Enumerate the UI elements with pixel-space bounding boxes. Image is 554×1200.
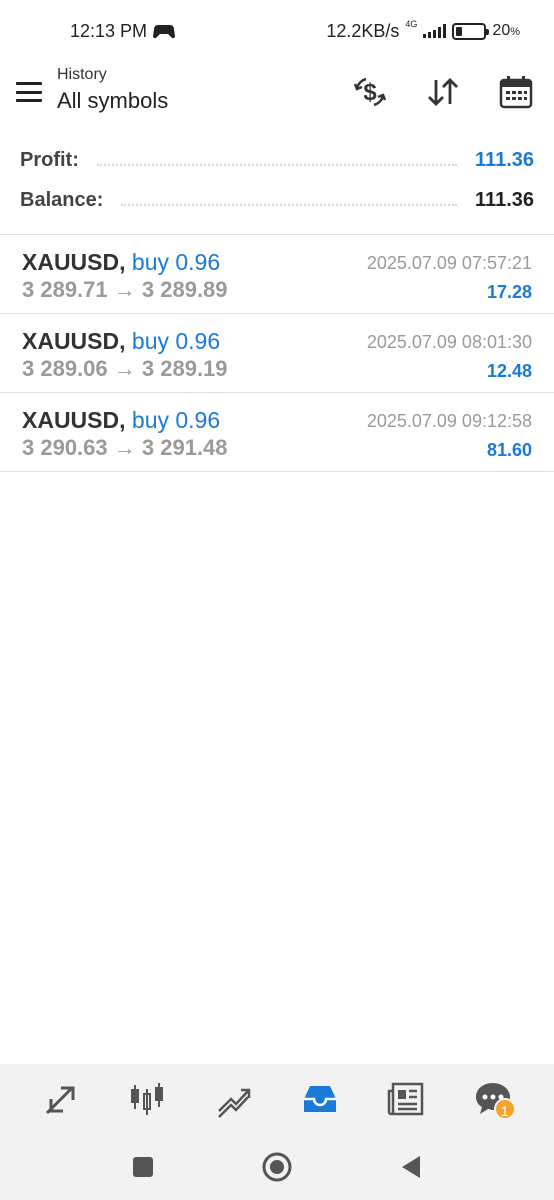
deal-time: 2025.07.09 08:01:30 (366, 332, 532, 352)
summary: Profit: 111.36 Balance: 111.36 (0, 140, 554, 220)
balance-value: 111.36 (475, 188, 534, 211)
price-close: 3 291.48 (141, 435, 228, 460)
square-icon (133, 1157, 153, 1177)
price-open: 3 290.63 (22, 435, 108, 460)
page-title: All symbols (57, 88, 169, 113)
deal-symbol: XAUUSD, (22, 407, 126, 433)
gamepad-icon (153, 25, 176, 39)
chat-badge: 1 (493, 1098, 516, 1120)
arrow-right-icon: → (113, 277, 136, 302)
page-subtitle: History (57, 66, 107, 83)
menu-icon[interactable] (16, 82, 42, 102)
calendar-icon[interactable] (496, 72, 536, 112)
status-right: 12.2KB/s 4G 20% (326, 19, 520, 42)
balance-row: Balance: 111.36 (0, 180, 554, 220)
net-speed: 12.2KB/s (326, 20, 400, 41)
signal-icon (423, 24, 447, 38)
back-button[interactable] (393, 1149, 429, 1185)
dotted-leader (96, 154, 458, 166)
quotes-icon[interactable] (36, 1074, 86, 1124)
arrow-right-icon: → (113, 356, 136, 381)
deal-direction: buy 0.96 (131, 407, 221, 433)
battery-icon (452, 22, 490, 40)
list-item[interactable]: XAUUSD, buy 0.96 2025.07.09 07:57:21 3 2… (0, 235, 554, 314)
battery-percent: 20 (492, 22, 511, 39)
status-bar: 12:13 PM 12.2KB/s 4G 20% (0, 0, 554, 62)
history-icon[interactable] (295, 1074, 345, 1124)
balance-label: Balance: (20, 188, 104, 211)
price-open: 3 289.71 (22, 277, 108, 302)
clock: 12:13 PM (70, 20, 148, 41)
recents-button[interactable] (125, 1149, 161, 1185)
battery-text: 20% (492, 22, 520, 40)
circle-icon (262, 1152, 292, 1182)
deal-time: 2025.07.09 09:12:58 (366, 411, 532, 431)
profit-label: Profit: (20, 148, 79, 171)
deal-prices: 3 289.71 → 3 289.89 (22, 277, 228, 303)
list-item[interactable]: XAUUSD, buy 0.96 2025.07.09 08:01:30 3 2… (0, 314, 554, 393)
sort-icon[interactable] (423, 72, 463, 112)
list-item[interactable]: XAUUSD, buy 0.96 2025.07.09 09:12:58 3 2… (0, 393, 554, 472)
deal-header: XAUUSD, buy 0.96 (22, 407, 220, 434)
deal-direction: buy 0.96 (131, 328, 221, 354)
price-open: 3 289.06 (22, 356, 108, 381)
deal-symbol: XAUUSD, (22, 328, 126, 354)
deal-profit: 81.60 (486, 440, 532, 460)
profit-row: Profit: 111.36 (0, 140, 554, 180)
price-close: 3 289.19 (141, 356, 228, 381)
svg-text:$: $ (363, 79, 377, 106)
dollar-exchange-icon[interactable]: $ (350, 72, 390, 112)
title-block[interactable]: History All symbols (57, 66, 168, 114)
status-left: 12:13 PM (70, 20, 176, 42)
home-button[interactable] (259, 1149, 295, 1185)
deal-prices: 3 290.63 → 3 291.48 (22, 435, 228, 461)
system-nav (0, 1134, 554, 1200)
battery-fill (456, 26, 462, 36)
deal-header: XAUUSD, buy 0.96 (22, 249, 220, 276)
app-header: History All symbols $ (0, 62, 554, 132)
deal-profit: 12.48 (486, 361, 532, 381)
dotted-leader (121, 194, 458, 206)
deal-profit: 17.28 (486, 282, 532, 302)
profit-value: 111.36 (475, 148, 534, 171)
triangle-back-icon (402, 1156, 420, 1178)
deals-list: XAUUSD, buy 0.96 2025.07.09 07:57:21 3 2… (0, 234, 554, 472)
deal-direction: buy 0.96 (131, 249, 221, 275)
price-close: 3 289.89 (141, 277, 228, 302)
bottom-nav: 1 (0, 1064, 554, 1134)
trade-icon[interactable] (209, 1074, 259, 1124)
news-icon[interactable] (381, 1074, 431, 1124)
chart-icon[interactable] (122, 1074, 172, 1124)
chat-icon[interactable]: 1 (468, 1074, 518, 1124)
battery-unit: % (510, 26, 520, 38)
network-type: 4G (405, 19, 418, 29)
deal-prices: 3 289.06 → 3 289.19 (22, 356, 228, 382)
arrow-right-icon: → (113, 435, 136, 460)
deal-time: 2025.07.09 07:57:21 (366, 253, 532, 273)
deal-symbol: XAUUSD, (22, 249, 126, 275)
deal-header: XAUUSD, buy 0.96 (22, 328, 220, 355)
